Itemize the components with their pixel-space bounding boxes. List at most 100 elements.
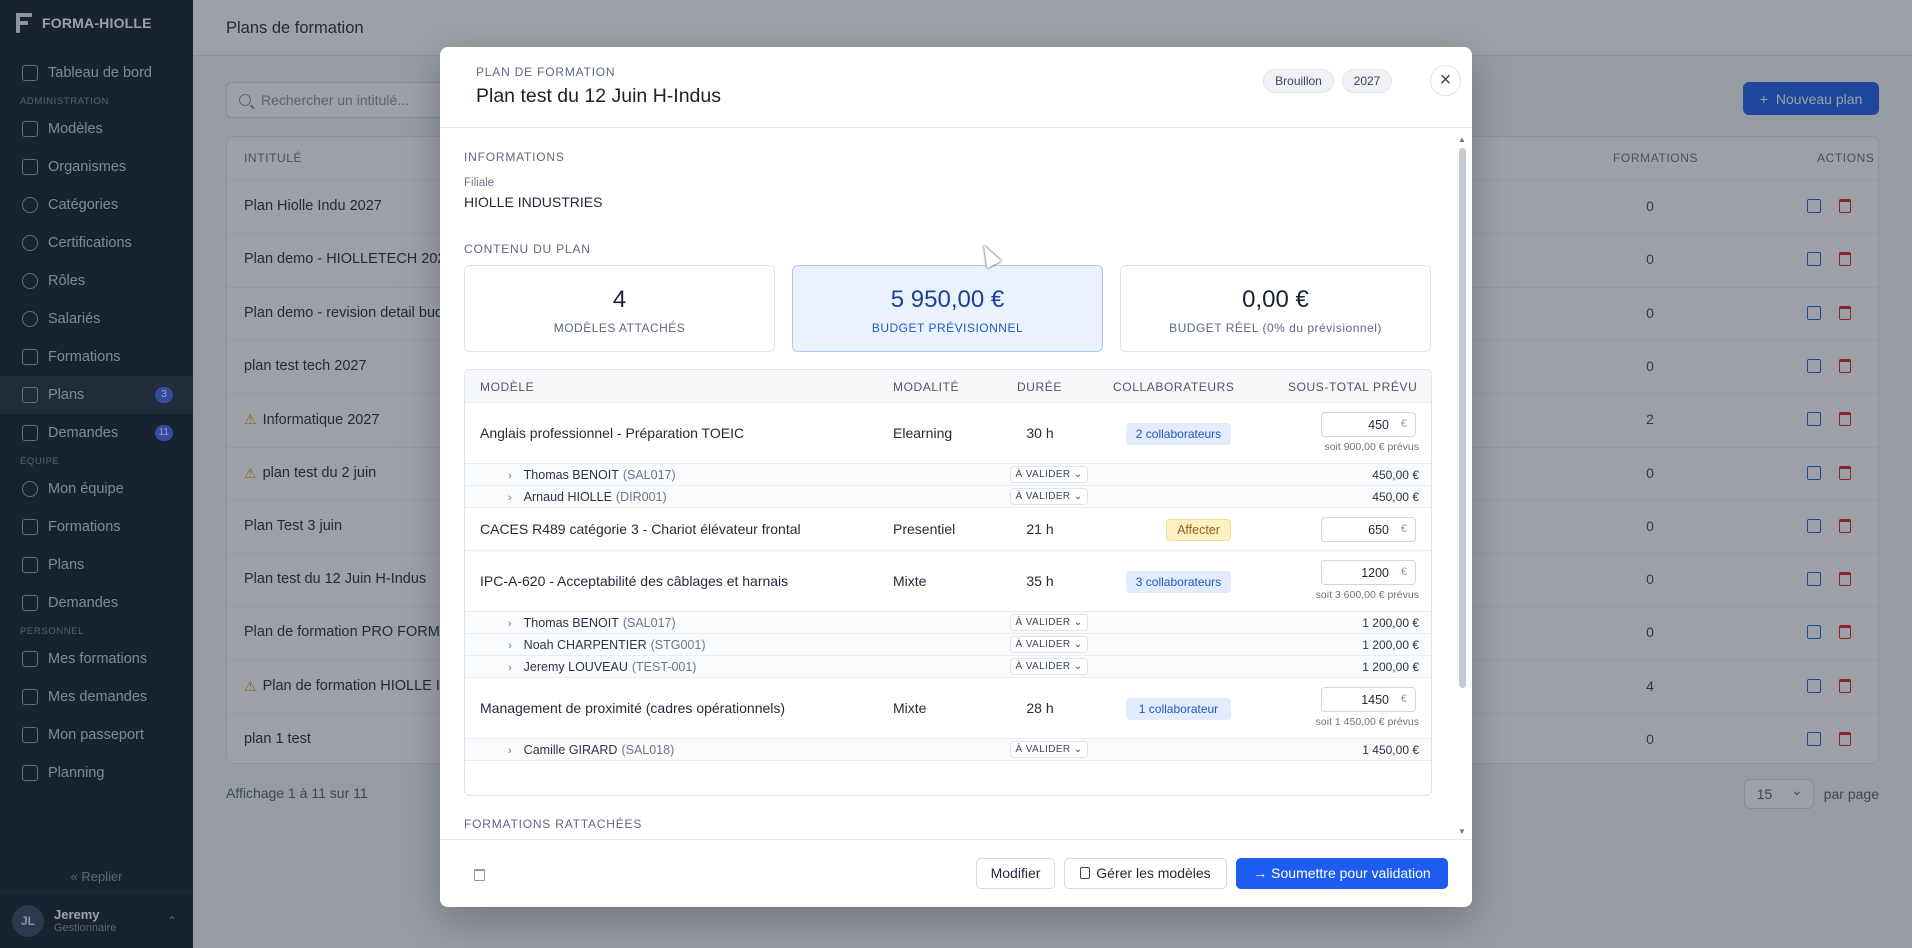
collaborator-code: (TEST-001) [631, 660, 697, 674]
collaborator-row[interactable]: › Noah CHARPENTIER (STG001) À VALIDER ⌄ 1 20… [465, 634, 1431, 656]
chevron-right-icon[interactable]: › [508, 640, 512, 652]
model-name: Management de proximité (cadres opératio… [480, 700, 786, 716]
chevron-right-icon[interactable]: › [508, 618, 512, 630]
status-label: À VALIDER [1015, 469, 1071, 480]
chevron-down-icon: ⌄ [1073, 469, 1083, 480]
clipboard-icon [1080, 867, 1091, 879]
collaborator-fullname: Noah CHARPENTIER [523, 638, 647, 652]
collaborator-name: › Arnaud HIOLLE (DIR001) [508, 490, 667, 504]
collaborator-fullname: Camille GIRARD [523, 743, 618, 757]
status-dropdown[interactable]: À VALIDER ⌄ [1010, 614, 1088, 631]
model-name: CACES R489 catégorie 3 - Chariot élévate… [480, 521, 801, 537]
kpi-label: BUDGET PRÉVISIONNEL [871, 321, 1024, 335]
model-modality: Presentiel [893, 521, 956, 537]
subtotal-note: soit 900,00 € prévus [1324, 441, 1419, 453]
column-header-collaborators: COLLABORATEURS [1113, 380, 1235, 394]
model-row: CACES R489 catégorie 3 - Chariot élévate… [465, 508, 1431, 551]
scroll-down-icon[interactable]: ▼ [1458, 828, 1466, 836]
modal-header: PLAN DE FORMATION Plan test du 12 Juin H… [440, 47, 1472, 128]
unit-price-value: 1200 [1361, 566, 1389, 580]
unit-price-input[interactable]: 450 € [1321, 412, 1416, 437]
filiale-label: Filiale [464, 177, 495, 189]
model-name: IPC-A-620 - Acceptabilité des câblages e… [480, 573, 789, 589]
collaborator-fullname: Arnaud HIOLLE [523, 490, 612, 504]
collaborator-row[interactable]: › Jeremy LOUVEAU (TEST-001) À VALIDER ⌄ 1 20… [465, 656, 1431, 678]
scrollbar-thumb[interactable] [1459, 148, 1466, 688]
status-badge: Brouillon [1263, 69, 1334, 93]
collaborator-amount: 1 200,00 € [1362, 616, 1419, 630]
kpi-label: BUDGET RÉEL (0% du prévisionnel) [1169, 321, 1382, 335]
edit-button[interactable]: Modifier [976, 858, 1055, 889]
delete-plan-icon[interactable] [474, 869, 485, 881]
collaborator-fullname: Jeremy LOUVEAU [523, 660, 628, 674]
collaborators-badge[interactable]: 3 collaborateurs [1126, 571, 1231, 593]
model-duration: 30 h [1026, 425, 1054, 441]
close-button[interactable]: × [1430, 65, 1461, 96]
unit-price-input[interactable]: 650 € [1321, 517, 1416, 542]
status-dropdown[interactable]: À VALIDER ⌄ [1010, 741, 1088, 758]
status-label: À VALIDER [1015, 491, 1071, 502]
collaborator-code: (SAL018) [621, 743, 675, 757]
chevron-down-icon: ⌄ [1073, 617, 1083, 628]
assign-button[interactable]: Affecter [1166, 519, 1231, 541]
chevron-right-icon[interactable]: › [508, 745, 512, 757]
model-duration: 35 h [1026, 573, 1054, 589]
scroll-up-icon[interactable]: ▲ [1458, 136, 1466, 144]
collaborator-row[interactable]: › Thomas BENOIT (SAL017) À VALIDER ⌄ 1 200,0… [465, 612, 1431, 634]
filiale-value: HIOLLE INDUSTRIES [464, 194, 603, 210]
collaborator-name: › Jeremy LOUVEAU (TEST-001) [508, 660, 696, 674]
chevron-down-icon: ⌄ [1073, 744, 1083, 755]
collaborator-row[interactable]: › Camille GIRARD (SAL018) À VALIDER ⌄ 1 450,… [465, 739, 1431, 761]
unit-price-value: 650 [1368, 523, 1389, 537]
collaborator-row[interactable]: › Arnaud HIOLLE (DIR001) À VALIDER ⌄ 450,00 … [465, 486, 1431, 508]
model-row: Management de proximité (cadres opératio… [465, 678, 1431, 739]
status-dropdown[interactable]: À VALIDER ⌄ [1010, 636, 1088, 653]
collaborator-code: (DIR001) [615, 490, 667, 504]
collaborator-code: (SAL017) [622, 468, 676, 482]
arrow-right-icon: → [1253, 865, 1272, 881]
currency-symbol: € [1400, 523, 1407, 535]
collaborator-name: › Thomas BENOIT (SAL017) [508, 468, 676, 482]
kpi-models: 4 MODÈLES ATTACHÉS [464, 265, 775, 352]
manage-models-label: Gérer les modèles [1096, 865, 1211, 881]
kpi-budget-previsionnel: 5 950,00 € BUDGET PRÉVISIONNEL [792, 265, 1103, 352]
chevron-right-icon[interactable]: › [508, 470, 512, 482]
model-modality: Elearning [893, 425, 953, 441]
modal-body: INFORMATIONS Filiale HIOLLE INDUSTRIES C… [440, 128, 1472, 839]
column-header-model: MODÈLE [480, 380, 535, 394]
status-dropdown[interactable]: À VALIDER ⌄ [1010, 658, 1088, 675]
status-dropdown[interactable]: À VALIDER ⌄ [1010, 466, 1088, 483]
collaborator-name: › Thomas BENOIT (SAL017) [508, 616, 676, 630]
unit-price-value: 450 [1368, 418, 1389, 432]
collaborators-badge[interactable]: 2 collaborateurs [1126, 423, 1231, 445]
chevron-down-icon: ⌄ [1073, 661, 1083, 672]
subtotal-note: soit 1 450,00 € prévus [1315, 716, 1419, 728]
model-modality: Mixte [893, 700, 927, 716]
model-row: IPC-A-620 - Acceptabilité des câblages e… [465, 551, 1431, 612]
column-header-duration: DURÉE [1017, 380, 1063, 394]
modal-eyebrow: PLAN DE FORMATION [476, 65, 616, 79]
collaborator-row[interactable]: › Thomas BENOIT (SAL017) À VALIDER ⌄ 450,00 … [465, 464, 1431, 486]
column-header-modality: MODALITÉ [893, 380, 960, 394]
manage-models-button[interactable]: Gérer les modèles [1064, 858, 1227, 889]
models-table-header: MODÈLE MODALITÉ DURÉE COLLABORATEURS SOU… [465, 370, 1431, 403]
collaborator-code: (SAL017) [622, 616, 676, 630]
collaborator-name: › Camille GIRARD (SAL018) [508, 743, 674, 757]
chevron-right-icon[interactable]: › [508, 492, 512, 504]
collaborator-name: › Noah CHARPENTIER (STG001) [508, 638, 706, 652]
collaborator-amount: 450,00 € [1372, 468, 1419, 482]
kpi-budget-reel: 0,00 € BUDGET RÉEL (0% du prévisionnel) [1120, 265, 1431, 352]
model-modality: Mixte [893, 573, 927, 589]
chevron-right-icon[interactable]: › [508, 662, 512, 674]
model-duration: 28 h [1026, 700, 1054, 716]
column-header-subtotal: SOUS-TOTAL PRÉVU [1288, 380, 1418, 394]
modal-scrollbar[interactable]: ▲ ▼ [1458, 136, 1466, 836]
unit-price-input[interactable]: 1200 € [1321, 560, 1416, 585]
collaborators-badge[interactable]: 1 collaborateur [1126, 698, 1231, 720]
submit-label: Soumettre pour validation [1271, 865, 1431, 881]
year-badge: 2027 [1342, 69, 1392, 93]
status-dropdown[interactable]: À VALIDER ⌄ [1010, 488, 1088, 505]
submit-validation-button[interactable]: → Soumettre pour validation [1236, 858, 1448, 889]
kpi-value: 5 950,00 € [890, 286, 1005, 313]
unit-price-input[interactable]: 1450 € [1321, 687, 1416, 712]
